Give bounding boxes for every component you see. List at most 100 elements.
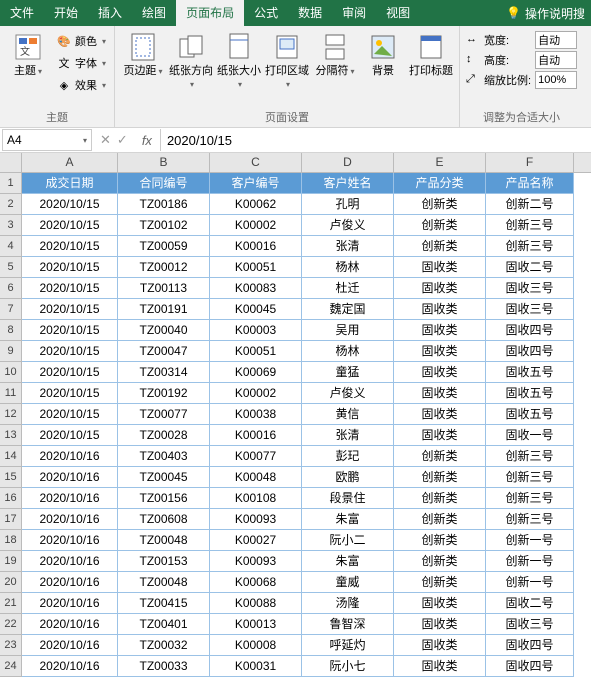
cell[interactable]: 固收五号	[486, 362, 574, 383]
row-header[interactable]: 18	[0, 530, 22, 551]
cell[interactable]: TZ00040	[118, 320, 210, 341]
cell[interactable]: 固收类	[394, 635, 486, 656]
cell[interactable]: 2020/10/16	[22, 656, 118, 677]
cell[interactable]: K00069	[210, 362, 302, 383]
cell[interactable]: 创新三号	[486, 236, 574, 257]
cell[interactable]: 童猛	[302, 362, 394, 383]
row-header[interactable]: 7	[0, 299, 22, 320]
cell[interactable]: TZ00153	[118, 551, 210, 572]
tab-view[interactable]: 视图	[376, 0, 420, 26]
cell[interactable]: 固收类	[394, 341, 486, 362]
cell[interactable]: 创新一号	[486, 572, 574, 593]
cell[interactable]: 汤隆	[302, 593, 394, 614]
cell[interactable]: TZ00048	[118, 572, 210, 593]
margins-button[interactable]: 页边距▾	[121, 29, 165, 78]
cell[interactable]: 2020/10/15	[22, 341, 118, 362]
cell[interactable]: 创新一号	[486, 551, 574, 572]
cell[interactable]: 固收二号	[486, 257, 574, 278]
cell[interactable]: 创新一号	[486, 530, 574, 551]
cell[interactable]: 创新类	[394, 194, 486, 215]
cell[interactable]: 创新三号	[486, 215, 574, 236]
tab-draw[interactable]: 绘图	[132, 0, 176, 26]
cell[interactable]: 朱富	[302, 551, 394, 572]
cell[interactable]: TZ00059	[118, 236, 210, 257]
cell[interactable]: TZ00192	[118, 383, 210, 404]
cell[interactable]: 固收五号	[486, 404, 574, 425]
formula-input[interactable]: 2020/10/15	[160, 129, 591, 151]
cell[interactable]: 彭玘	[302, 446, 394, 467]
row-header[interactable]: 24	[0, 656, 22, 677]
cell[interactable]: TZ00191	[118, 299, 210, 320]
cell[interactable]: 创新三号	[486, 488, 574, 509]
cell[interactable]: TZ00314	[118, 362, 210, 383]
cell[interactable]: K00093	[210, 509, 302, 530]
cell[interactable]: 固收四号	[486, 656, 574, 677]
cell[interactable]: K00003	[210, 320, 302, 341]
cell[interactable]: 卢俊义	[302, 383, 394, 404]
cell[interactable]: 固收类	[394, 257, 486, 278]
row-header[interactable]: 13	[0, 425, 22, 446]
cell[interactable]: 创新类	[394, 530, 486, 551]
cell[interactable]: 2020/10/16	[22, 593, 118, 614]
cell[interactable]: K00002	[210, 215, 302, 236]
cell[interactable]: 2020/10/15	[22, 320, 118, 341]
cell[interactable]: 2020/10/15	[22, 278, 118, 299]
cell[interactable]: 杨林	[302, 257, 394, 278]
cell[interactable]: 黄信	[302, 404, 394, 425]
cell[interactable]: 创新类	[394, 509, 486, 530]
cell[interactable]: K00088	[210, 593, 302, 614]
col-header-B[interactable]: B	[118, 153, 210, 172]
cell[interactable]: 固收四号	[486, 341, 574, 362]
row-header[interactable]: 22	[0, 614, 22, 635]
cell[interactable]: K00002	[210, 383, 302, 404]
cell[interactable]: 童威	[302, 572, 394, 593]
cell[interactable]: TZ00156	[118, 488, 210, 509]
cell[interactable]: 创新类	[394, 215, 486, 236]
cell[interactable]: 杜迁	[302, 278, 394, 299]
confirm-icon[interactable]: ✓	[117, 132, 128, 148]
cell[interactable]: TZ00032	[118, 635, 210, 656]
header-cell[interactable]: 客户编号	[210, 173, 302, 194]
row-header[interactable]: 17	[0, 509, 22, 530]
cell[interactable]: 2020/10/15	[22, 299, 118, 320]
cell[interactable]: K00016	[210, 236, 302, 257]
cell[interactable]: 固收类	[394, 614, 486, 635]
cell[interactable]: 朱富	[302, 509, 394, 530]
cancel-icon[interactable]: ✕	[100, 132, 111, 148]
cell[interactable]: 阮小七	[302, 656, 394, 677]
width-input[interactable]	[535, 31, 577, 49]
cell[interactable]: TZ00028	[118, 425, 210, 446]
cell[interactable]: TZ00033	[118, 656, 210, 677]
cell[interactable]: 2020/10/16	[22, 572, 118, 593]
cells-area[interactable]: 成交日期合同编号客户编号客户姓名产品分类产品名称2020/10/15TZ0018…	[22, 173, 591, 677]
cell[interactable]: K00008	[210, 635, 302, 656]
cell[interactable]: 吴用	[302, 320, 394, 341]
cell[interactable]: TZ00102	[118, 215, 210, 236]
cell[interactable]: 创新类	[394, 488, 486, 509]
cell[interactable]: TZ00403	[118, 446, 210, 467]
tell-me[interactable]: 💡 操作说明搜	[500, 5, 591, 22]
cell[interactable]: 杨林	[302, 341, 394, 362]
tab-formula[interactable]: 公式	[244, 0, 288, 26]
background-button[interactable]: 背景	[361, 29, 405, 78]
print-titles-button[interactable]: 打印标题	[409, 29, 453, 78]
row-header[interactable]: 8	[0, 320, 22, 341]
header-cell[interactable]: 产品分类	[394, 173, 486, 194]
cell[interactable]: 固收四号	[486, 320, 574, 341]
orientation-button[interactable]: 纸张方向▾	[169, 29, 213, 91]
cell[interactable]: 2020/10/15	[22, 404, 118, 425]
cell[interactable]: K00045	[210, 299, 302, 320]
cell[interactable]: 欧鹏	[302, 467, 394, 488]
col-header-E[interactable]: E	[394, 153, 486, 172]
scale-input[interactable]	[535, 71, 577, 89]
cell[interactable]: 2020/10/16	[22, 467, 118, 488]
cell[interactable]: K00048	[210, 467, 302, 488]
cell[interactable]: 固收三号	[486, 278, 574, 299]
row-header[interactable]: 21	[0, 593, 22, 614]
row-header[interactable]: 12	[0, 404, 22, 425]
effects-button[interactable]: ◈效果▾	[54, 75, 108, 95]
cell[interactable]: TZ00045	[118, 467, 210, 488]
cell[interactable]: 呼延灼	[302, 635, 394, 656]
cell[interactable]: TZ00401	[118, 614, 210, 635]
cell[interactable]: K00077	[210, 446, 302, 467]
